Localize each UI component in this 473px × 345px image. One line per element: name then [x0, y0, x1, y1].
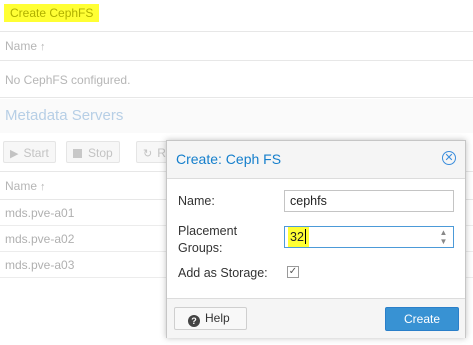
- start-button[interactable]: ▶ Start: [3, 141, 56, 163]
- text-caret: [304, 229, 306, 244]
- refresh-icon: ↻: [143, 148, 153, 160]
- close-icon[interactable]: ✕: [442, 151, 456, 165]
- name-value: cephfs: [290, 194, 327, 208]
- pg-label-line1: Placement: [178, 224, 238, 238]
- top-toolbar: Create CephFS: [0, 0, 473, 32]
- create-cephfs-button[interactable]: Create CephFS: [4, 4, 100, 22]
- dialog-header[interactable]: Create: Ceph FS ✕: [167, 141, 465, 179]
- sort-arrow-icon: ↑: [40, 41, 46, 53]
- create-cephfs-dialog: Create: Ceph FS ✕ Name: cephfs Placement…: [166, 140, 466, 338]
- pg-value: 32: [290, 230, 304, 244]
- pg-label-line2: Groups:: [178, 241, 223, 255]
- dialog-title: Create: Ceph FS: [176, 151, 282, 167]
- spinner-arrows-icon[interactable]: ▲ ▼: [439, 228, 448, 246]
- play-icon: ▶: [10, 148, 19, 160]
- column-label: Name: [5, 179, 38, 193]
- name-label: Name:: [178, 194, 215, 208]
- mds-section-title: Metadata Servers: [0, 99, 473, 133]
- checkmark-icon: ✓: [288, 266, 298, 277]
- column-label: Name: [5, 39, 38, 53]
- dialog-footer: ? Help Create: [167, 298, 465, 338]
- cephfs-grid-header-name[interactable]: Name ↑: [0, 32, 473, 61]
- dialog-body: Name: cephfs Placement Groups: 32 ▲ ▼ Add…: [167, 179, 465, 298]
- sort-arrow-icon: ↑: [40, 181, 46, 193]
- question-icon: ?: [188, 315, 200, 327]
- stop-button[interactable]: Stop: [66, 141, 120, 163]
- restart-label: R: [157, 146, 166, 160]
- name-field[interactable]: cephfs: [284, 190, 454, 212]
- stop-label: Stop: [88, 146, 113, 160]
- pg-value-highlight: 32: [288, 227, 309, 247]
- help-button[interactable]: ? Help: [174, 307, 247, 330]
- add-as-storage-checkbox[interactable]: ✓: [287, 266, 299, 278]
- cephfs-empty-text: No CephFS configured.: [0, 62, 473, 98]
- start-label: Start: [23, 146, 49, 160]
- help-label: Help: [205, 311, 230, 325]
- storage-label: Add as Storage:: [178, 266, 268, 280]
- stop-icon: [73, 149, 82, 158]
- placement-groups-field[interactable]: 32 ▲ ▼: [284, 226, 454, 248]
- create-button[interactable]: Create: [385, 307, 459, 331]
